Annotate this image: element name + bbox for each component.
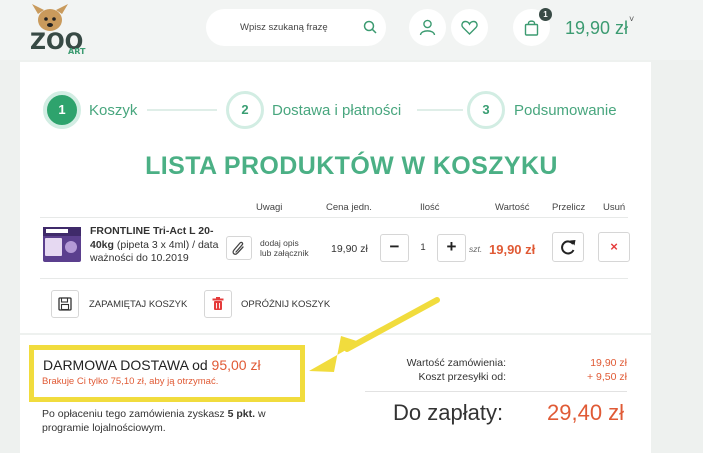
step-2-circle[interactable]: 2: [226, 91, 264, 129]
product-name-link[interactable]: FRONTLINE Tri-Act L 20-40kg (pipeta 3 x …: [90, 225, 220, 266]
step-connector: [417, 109, 463, 111]
paperclip-icon: [232, 241, 244, 255]
total-value: 29,40 zł: [547, 400, 625, 425]
clear-cart-button[interactable]: OPRÓŻNIJ KOSZYK: [241, 299, 330, 310]
trash-icon: [212, 297, 224, 310]
search-bar[interactable]: Wpisz szukaną frazę: [206, 9, 386, 46]
quantity-increase-button[interactable]: +: [437, 234, 466, 262]
free-shipping-label: DARMOWA DOSTAWA od: [43, 357, 212, 373]
order-value-label: Wartość zamówienia:: [406, 357, 506, 369]
search-input[interactable]: Wpisz szukaną frazę: [240, 22, 328, 33]
remove-item-button[interactable]: ×: [598, 232, 630, 262]
step-3-label[interactable]: Podsumowanie: [514, 102, 617, 119]
column-header-remove: Usuń: [603, 202, 626, 213]
clear-cart-icon-button[interactable]: [204, 290, 232, 318]
column-header-recalculate: Przelicz: [552, 202, 586, 213]
shopping-bag-icon: [524, 20, 539, 36]
site-header: ZOO ART Wpisz szukaną frazę 1 19,90 zł ˅: [0, 0, 703, 60]
refresh-icon: [561, 240, 576, 255]
column-header-quantity: Ilość: [420, 202, 440, 213]
shipping-cost: + 9,50 zł: [587, 371, 627, 383]
quantity-decrease-button[interactable]: −: [380, 234, 409, 262]
row-total-value: 19,90 zł: [489, 242, 536, 257]
loyalty-prefix: Po opłaceniu tego zamówienia zyskasz: [42, 408, 228, 420]
search-icon[interactable]: [363, 20, 377, 34]
free-shipping-notice: DARMOWA DOSTAWA od 95,00 zł Brakuje Ci t…: [29, 345, 305, 402]
product-image[interactable]: [42, 224, 84, 264]
account-button[interactable]: [409, 9, 446, 46]
attach-button[interactable]: [226, 236, 252, 260]
add-note-link[interactable]: dodaj opis lub załącznik: [260, 238, 310, 258]
cart-count-badge: 1: [539, 8, 552, 21]
total-label: Do zapłaty:: [393, 400, 504, 425]
column-header-notes: Uwagi: [256, 202, 283, 213]
section-divider: [20, 333, 651, 335]
step-1-circle[interactable]: 1: [43, 91, 81, 129]
table-divider: [40, 217, 628, 218]
loyalty-points: 5 pkt.: [227, 408, 256, 420]
free-shipping-missing: Brakuje Ci tylko 75,10 zł, aby ją otrzym…: [42, 376, 219, 387]
unit-price: 19,90 zł: [331, 243, 368, 255]
step-2-label[interactable]: Dostawa i płatności: [272, 102, 401, 119]
cart-total[interactable]: 19,90 zł: [565, 18, 628, 39]
recalculate-button[interactable]: [552, 232, 584, 262]
column-header-unit-price: Cena jedn.: [326, 202, 372, 213]
free-shipping-title: DARMOWA DOSTAWA od 95,00 zł: [43, 357, 261, 373]
quantity-input[interactable]: 1: [409, 234, 437, 262]
loyalty-info: Po opłaceniu tego zamówienia zyskasz 5 p…: [42, 407, 312, 435]
quantity-unit: szt.: [469, 244, 483, 254]
chevron-down-icon[interactable]: ˅: [629, 14, 634, 24]
step-connector: [147, 109, 217, 111]
step-1-label[interactable]: Koszyk: [89, 102, 137, 119]
free-shipping-threshold: 95,00 zł: [211, 357, 261, 373]
order-value: 19,90 zł: [590, 357, 627, 369]
summary-divider: [365, 391, 627, 392]
svg-text:ART: ART: [68, 47, 86, 56]
save-cart-icon-button[interactable]: [51, 290, 79, 318]
shipping-cost-label: Koszt przesyłki od:: [418, 371, 506, 383]
column-header-value: Wartość: [495, 202, 530, 213]
user-icon: [419, 19, 436, 36]
step-3-circle[interactable]: 3: [467, 91, 505, 129]
floppy-disk-icon: [58, 297, 72, 311]
heart-icon: [461, 20, 478, 35]
wishlist-button[interactable]: [451, 9, 488, 46]
table-divider: [40, 278, 628, 279]
page-title: LISTA PRODUKTÓW W KOSZYKU: [145, 152, 558, 180]
zoo-art-logo[interactable]: ZOO ART: [28, 4, 90, 56]
save-cart-button[interactable]: ZAPAMIĘTAJ KOSZYK: [89, 299, 187, 310]
